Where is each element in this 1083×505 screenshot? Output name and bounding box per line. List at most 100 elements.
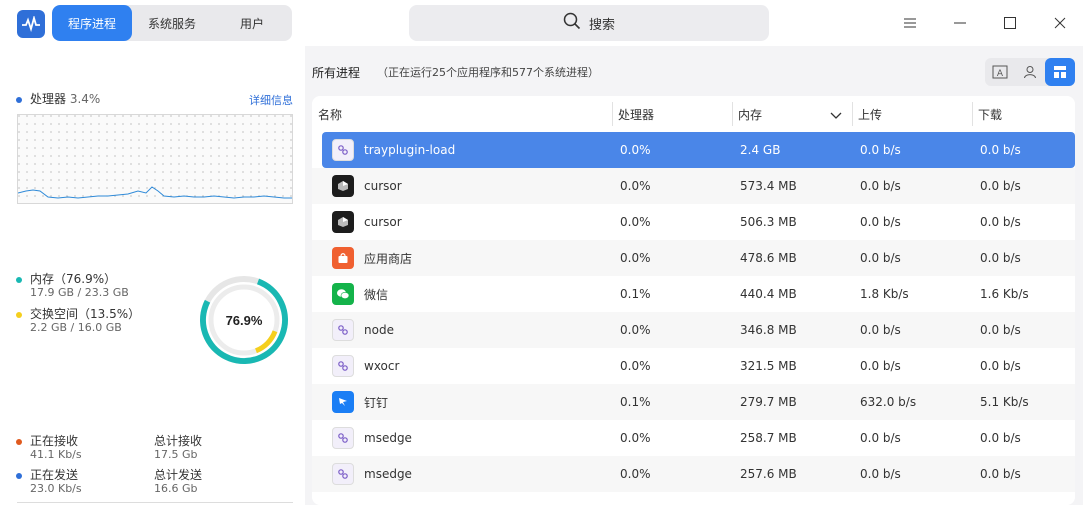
tab-processes[interactable]: 程序进程 bbox=[52, 5, 132, 41]
column-header-memory[interactable]: 内存 bbox=[732, 96, 852, 132]
process-memory: 279.7 MB bbox=[740, 395, 797, 409]
process-download: 0.0 b/s bbox=[980, 215, 1021, 229]
process-download: 1.6 Kb/s bbox=[980, 287, 1029, 301]
column-header-download[interactable]: 下载 bbox=[972, 96, 1075, 132]
process-memory: 2.4 GB bbox=[740, 143, 781, 157]
generic-process-icon bbox=[332, 348, 354, 384]
maximize-icon[interactable] bbox=[995, 8, 1025, 38]
process-panel: 所有进程 （正在运行25个应用程序和577个系统进程） A 名称 处理器 内存 … bbox=[305, 46, 1083, 505]
sort-chevron-down-icon bbox=[830, 109, 842, 123]
table-row[interactable]: msedge 0.0% 258.7 MB 0.0 b/s 0.0 b/s bbox=[312, 420, 1075, 456]
recv-dot-icon bbox=[16, 438, 22, 445]
memory-summary: 内存（76.9%） 17.9 GB / 23.3 GB 交换空间（13.5%） … bbox=[16, 272, 140, 334]
column-header-name[interactable]: 名称 bbox=[312, 96, 612, 132]
process-name: cursor bbox=[364, 179, 402, 193]
total-send-value: 16.6 Gb bbox=[154, 482, 198, 495]
process-upload: 0.0 b/s bbox=[860, 467, 901, 481]
table-row[interactable]: msedge 0.0% 257.6 MB 0.0 b/s 0.0 b/s bbox=[312, 456, 1075, 492]
table-row[interactable]: 应用商店 0.0% 478.6 MB 0.0 b/s 0.0 b/s bbox=[312, 240, 1075, 276]
table-row[interactable]: trayplugin-load 0.0% 2.4 GB 0.0 b/s 0.0 b/s bbox=[322, 132, 1075, 168]
process-cpu: 0.0% bbox=[620, 143, 651, 157]
swap-value: 2.2 GB / 16.0 GB bbox=[30, 321, 122, 334]
cpu-value: 3.4% bbox=[69, 92, 101, 106]
process-upload: 0.0 b/s bbox=[860, 359, 901, 373]
cpu-graph bbox=[17, 114, 293, 204]
swap-dot-icon bbox=[16, 311, 22, 318]
process-memory: 440.4 MB bbox=[740, 287, 797, 301]
process-download: 0.0 b/s bbox=[980, 251, 1021, 265]
process-name: msedge bbox=[364, 431, 412, 445]
recv-stat: 正在接收 41.1 Kb/s bbox=[16, 435, 82, 461]
process-name: cursor bbox=[364, 215, 402, 229]
process-name: trayplugin-load bbox=[364, 143, 456, 157]
column-header-upload[interactable]: 上传 bbox=[852, 96, 972, 132]
swap-label: 交换空间（13.5%） bbox=[30, 307, 141, 321]
tab-users[interactable]: 用户 bbox=[212, 5, 292, 41]
process-upload: 0.0 b/s bbox=[860, 143, 901, 157]
cpu-label: 处理器 bbox=[30, 92, 67, 106]
process-cpu: 0.0% bbox=[620, 359, 651, 373]
process-memory: 478.6 MB bbox=[740, 251, 797, 265]
process-memory: 258.7 MB bbox=[740, 431, 797, 445]
process-cpu: 0.0% bbox=[620, 251, 651, 265]
menu-icon[interactable] bbox=[895, 8, 925, 38]
process-memory: 257.6 MB bbox=[740, 467, 797, 481]
cursor-app-icon bbox=[332, 168, 354, 204]
generic-process-icon bbox=[332, 132, 354, 168]
total-send-label: 总计发送 bbox=[154, 468, 203, 482]
close-icon[interactable] bbox=[1045, 8, 1075, 38]
process-upload: 0.0 b/s bbox=[860, 215, 901, 229]
process-upload: 1.8 Kb/s bbox=[860, 287, 909, 301]
process-download: 0.0 b/s bbox=[980, 323, 1021, 337]
search-label: 搜索 bbox=[588, 17, 615, 33]
all-view-icon[interactable] bbox=[1045, 58, 1075, 86]
send-value: 23.0 Kb/s bbox=[30, 482, 82, 495]
table-row[interactable]: cursor 0.0% 573.4 MB 0.0 b/s 0.0 b/s bbox=[312, 168, 1075, 204]
process-upload: 0.0 b/s bbox=[860, 179, 901, 193]
process-count-text: （正在运行25个应用程序和577个系统进程） bbox=[377, 66, 599, 79]
recv-label: 正在接收 bbox=[30, 434, 79, 448]
title-bar: 程序进程 系统服务 用户 搜索 bbox=[0, 0, 1083, 46]
table-row[interactable]: 微信 0.1% 440.4 MB 1.8 Kb/s 1.6 Kb/s bbox=[312, 276, 1075, 312]
generic-process-icon bbox=[332, 420, 354, 456]
user-view-icon[interactable] bbox=[1015, 58, 1045, 86]
table-row[interactable]: node 0.0% 346.8 MB 0.0 b/s 0.0 b/s bbox=[312, 312, 1075, 348]
memory-label: 内存（76.9%） bbox=[30, 272, 117, 286]
column-header-cpu[interactable]: 处理器 bbox=[612, 96, 732, 132]
search-box[interactable]: 搜索 bbox=[409, 5, 769, 41]
svg-text:A: A bbox=[997, 69, 1004, 79]
table-header: 名称 处理器 内存 上传 下载 bbox=[312, 96, 1075, 132]
process-download: 5.1 Kb/s bbox=[980, 395, 1029, 409]
table-row[interactable]: 钉钉 0.1% 279.7 MB 632.0 b/s 5.1 Kb/s bbox=[312, 384, 1075, 420]
memory-dot-icon bbox=[16, 276, 22, 283]
process-name: wxocr bbox=[364, 359, 400, 373]
total-recv-label: 总计接收 bbox=[154, 434, 203, 448]
send-dot-icon bbox=[16, 472, 22, 479]
send-stat: 正在发送 23.0 Kb/s bbox=[16, 469, 82, 495]
summary-panel: 处理器 3.4% 详细信息 内存（76.9%） 17.9 GB / 23.3 G… bbox=[0, 46, 305, 505]
search-icon bbox=[563, 12, 581, 34]
process-cpu: 0.0% bbox=[620, 467, 651, 481]
cpu-dot-icon bbox=[16, 96, 22, 103]
process-download: 0.0 b/s bbox=[980, 359, 1021, 373]
process-upload: 0.0 b/s bbox=[860, 251, 901, 265]
total-recv-stat: 总计接收 17.5 Gb bbox=[154, 434, 203, 462]
app-view-icon[interactable]: A bbox=[985, 58, 1015, 86]
process-table: 名称 处理器 内存 上传 下载 trayplugin-load 0.0% 2.4 G… bbox=[312, 96, 1075, 505]
process-name: node bbox=[364, 323, 394, 337]
table-row[interactable]: cursor 0.0% 506.3 MB 0.0 b/s 0.0 b/s bbox=[312, 204, 1075, 240]
memory-donut: 76.9% bbox=[198, 274, 290, 366]
generic-process-icon bbox=[332, 312, 354, 348]
process-upload: 0.0 b/s bbox=[860, 431, 901, 445]
tab-services[interactable]: 系统服务 bbox=[132, 5, 212, 41]
process-memory: 346.8 MB bbox=[740, 323, 797, 337]
process-cpu: 0.0% bbox=[620, 179, 651, 193]
process-memory: 573.4 MB bbox=[740, 179, 797, 193]
total-recv-value: 17.5 Gb bbox=[154, 448, 198, 461]
cpu-detail-link[interactable]: 详细信息 bbox=[249, 92, 293, 108]
minimize-icon[interactable] bbox=[945, 8, 975, 38]
table-row[interactable]: wxocr 0.0% 321.5 MB 0.0 b/s 0.0 b/s bbox=[312, 348, 1075, 384]
process-cpu: 0.0% bbox=[620, 215, 651, 229]
process-name: msedge bbox=[364, 467, 412, 481]
view-tabs: 程序进程 系统服务 用户 bbox=[52, 5, 292, 41]
